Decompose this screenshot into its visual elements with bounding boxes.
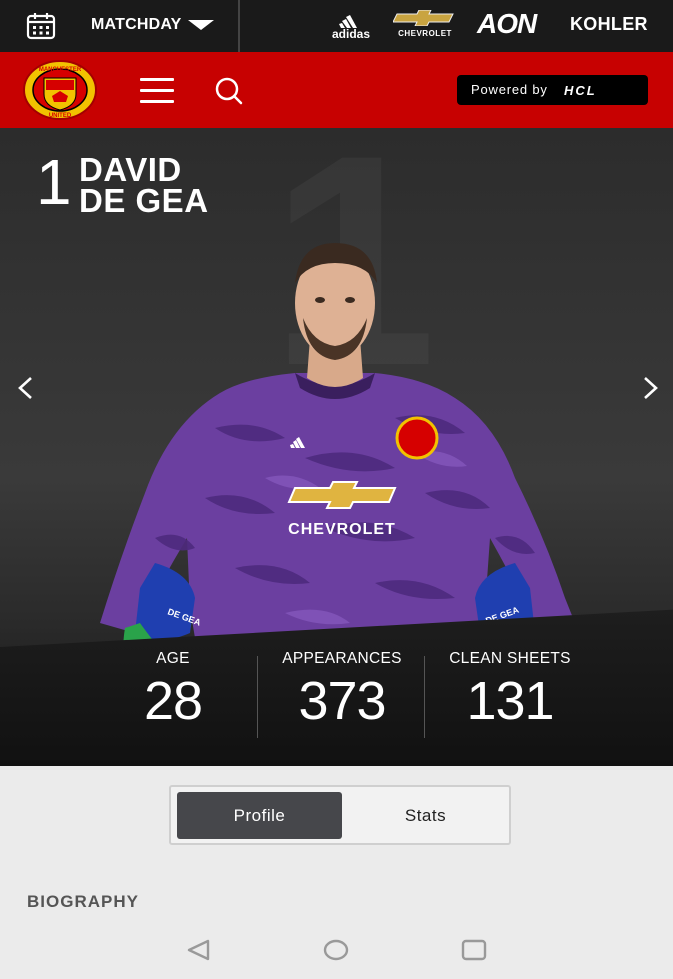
triangle-back-icon[interactable] xyxy=(186,939,212,961)
stat-label: APPEARANCES xyxy=(282,650,402,667)
stat-value: 373 xyxy=(298,671,386,731)
tab-stats[interactable]: Stats xyxy=(343,792,508,839)
stat-value: 28 xyxy=(143,671,203,731)
stat-clean-sheets: CLEAN SHEETS 131 xyxy=(430,650,590,732)
tab-profile[interactable]: Profile xyxy=(177,792,342,839)
sponsor-bar: MATCHDAY adidas CHEVROLET AON KOHLER xyxy=(0,0,673,52)
stat-divider xyxy=(257,656,258,738)
stat-divider xyxy=(424,656,425,738)
biography-heading: BIOGRAPHY xyxy=(27,892,139,911)
player-stats: AGE 28 APPEARANCES 373 CLEAN SHEETS 131 xyxy=(0,650,673,760)
powered-by-label: Powered by xyxy=(471,82,548,97)
manchester-united-crest-icon[interactable]: MANCHESTER UNITED xyxy=(22,60,98,120)
chevron-down-icon[interactable] xyxy=(188,20,214,30)
square-recent-icon[interactable] xyxy=(461,939,487,961)
player-hero: 1 1 DAVID DE GEA xyxy=(0,128,673,766)
player-name: DAVID DE GEA xyxy=(79,151,209,219)
search-icon[interactable] xyxy=(212,76,244,106)
android-nav-bar xyxy=(0,926,673,979)
chevrolet-bowtie-icon xyxy=(393,10,454,26)
stat-label: CLEAN SHEETS xyxy=(449,650,571,667)
stat-appearances: APPEARANCES 373 xyxy=(262,650,422,732)
stat-label: AGE xyxy=(156,650,190,667)
stat-age: AGE 28 xyxy=(113,650,233,732)
chevrolet-wordmark: CHEVROLET xyxy=(398,29,452,38)
adidas-stripes-icon xyxy=(339,15,357,28)
circle-home-icon[interactable] xyxy=(323,939,349,961)
site-header: MANCHESTER UNITED Powered by HCL xyxy=(0,52,673,128)
chevron-left-icon[interactable] xyxy=(12,374,40,402)
crest-text-top: MANCHESTER xyxy=(39,67,82,73)
crest-text-bottom: UNITED xyxy=(49,113,72,119)
matchday-label[interactable]: MATCHDAY xyxy=(91,16,182,34)
kit-sponsor-text: CHEVROLET xyxy=(288,521,396,538)
player-number: 1 xyxy=(36,146,72,218)
player-last-name: DE GEA xyxy=(79,182,209,219)
aon-logo[interactable]: AON xyxy=(477,8,537,40)
stat-value: 131 xyxy=(466,671,554,731)
hamburger-menu-icon[interactable] xyxy=(140,78,174,104)
kohler-logo[interactable]: KOHLER xyxy=(570,14,648,35)
topbar-divider xyxy=(238,0,240,52)
player-first-name: DAVID xyxy=(79,151,182,188)
chevron-right-icon[interactable] xyxy=(636,374,664,402)
chevrolet-logo[interactable]: CHEVROLET xyxy=(389,10,461,40)
calendar-icon[interactable] xyxy=(26,12,56,40)
hcl-logo: HCL xyxy=(564,83,597,98)
profile-tabs: Profile Stats xyxy=(169,785,511,845)
adidas-wordmark: adidas xyxy=(331,27,370,41)
powered-by-hcl-badge[interactable]: Powered by HCL xyxy=(457,75,648,105)
adidas-logo[interactable]: adidas xyxy=(327,12,375,41)
